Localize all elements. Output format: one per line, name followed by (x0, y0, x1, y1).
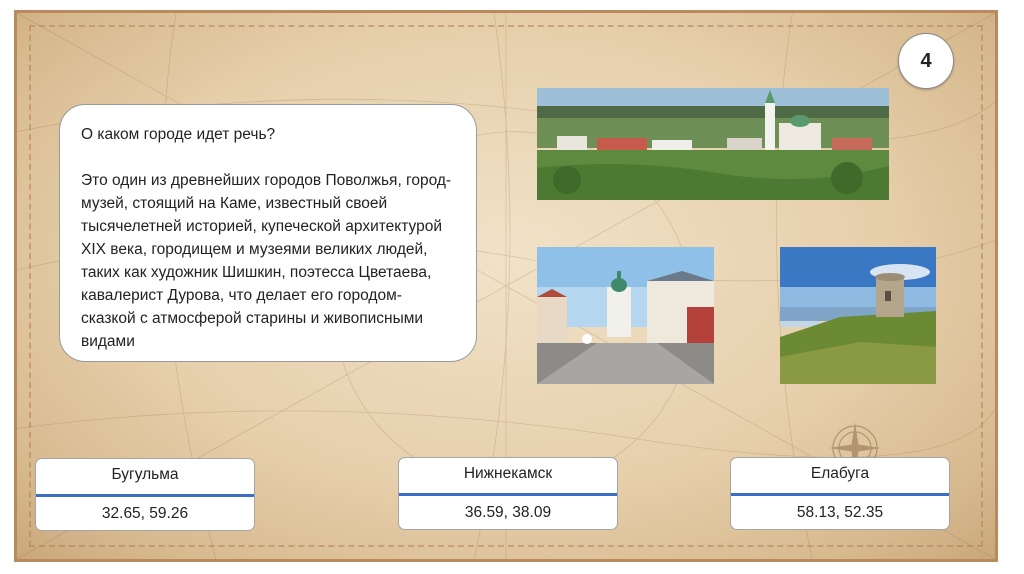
answer-coords: 36.59, 38.09 (464, 504, 552, 521)
slide-number-badge: 4 (898, 33, 954, 89)
question-text: Это один из древнейших городов Поволжья,… (81, 172, 452, 350)
photo-town-panorama (537, 88, 889, 200)
answer-city-name: Елабуга (810, 465, 870, 482)
answer-option-1[interactable]: Бугульма 32.65, 59.26 (35, 458, 255, 531)
answer-option-2[interactable]: Нижнекамск 36.59, 38.09 (398, 457, 618, 530)
photo-street-church (537, 247, 714, 384)
answer-city-name: Нижнекамск (463, 465, 553, 482)
answer-option-3[interactable]: Елабуга 58.13, 52.35 (730, 457, 950, 530)
photo-ancient-tower (780, 247, 936, 384)
question-title: О каком городе идет речь? (81, 126, 276, 143)
question-box: О каком городе идет речь? Это один из др… (59, 104, 477, 362)
slide-number: 4 (920, 49, 932, 72)
answer-coords: 58.13, 52.35 (796, 504, 884, 521)
answer-city-name: Бугульма (111, 466, 179, 483)
answer-coords: 32.65, 59.26 (101, 505, 189, 522)
